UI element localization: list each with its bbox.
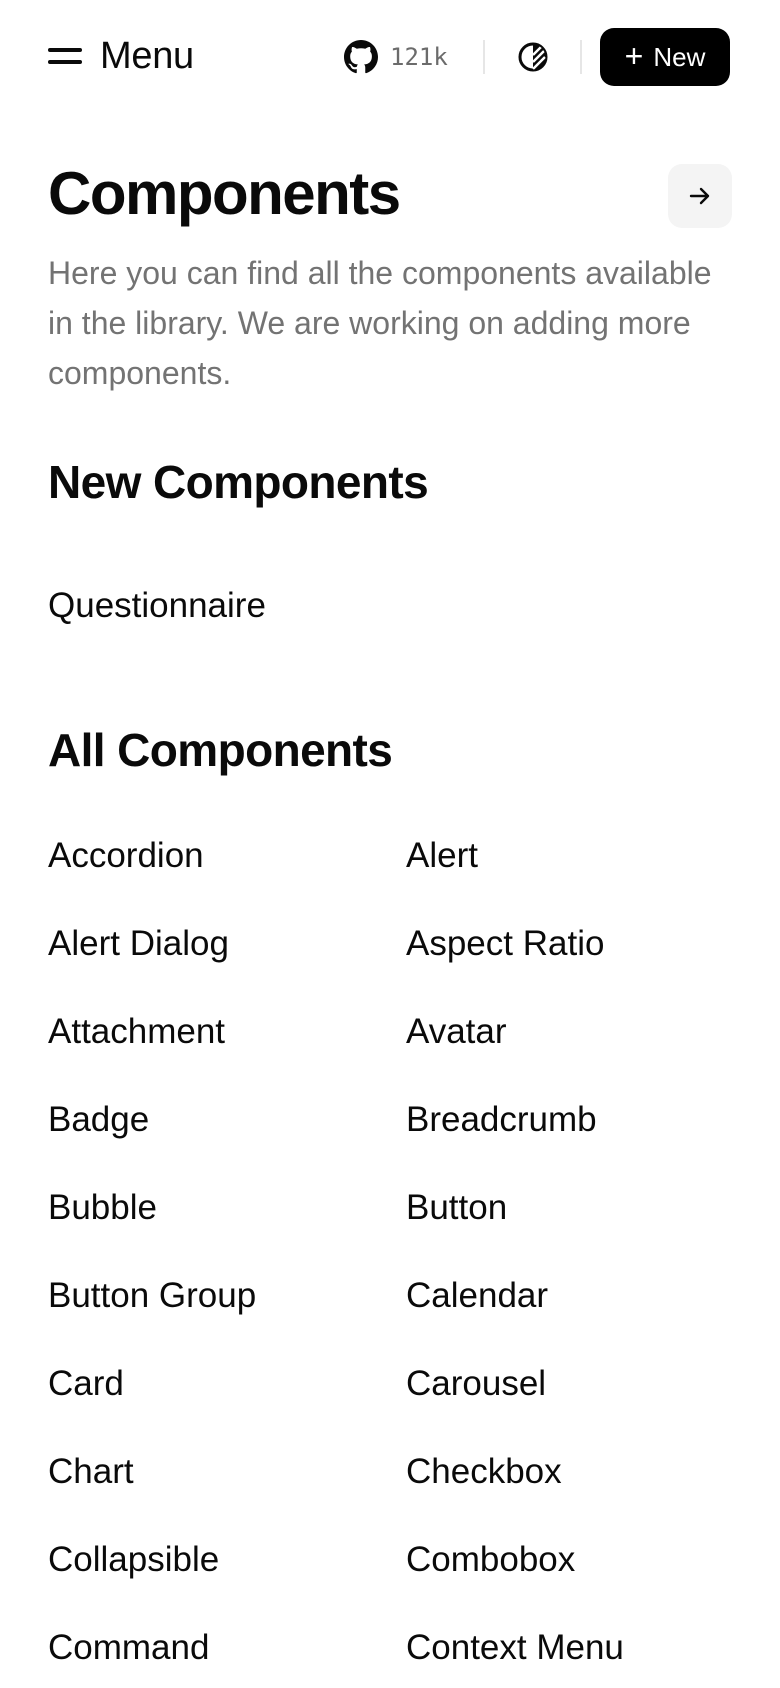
component-link-card[interactable]: Card [48, 1362, 124, 1406]
component-link-command[interactable]: Command [48, 1626, 209, 1670]
component-link-alert-dialog[interactable]: Alert Dialog [48, 922, 229, 966]
page-description: Here you can find all the components ava… [48, 255, 712, 391]
menu-label: Menu [100, 34, 194, 77]
component-link-button[interactable]: Button [406, 1186, 507, 1230]
component-link-carousel[interactable]: Carousel [406, 1362, 546, 1406]
page-title: Components [48, 160, 401, 227]
plus-icon: + [624, 37, 644, 74]
new-components-heading: New Components [48, 456, 429, 508]
component-link-collapsible[interactable]: Collapsible [48, 1538, 219, 1582]
component-link-accordion[interactable]: Accordion [48, 834, 204, 878]
next-page-button[interactable] [668, 164, 732, 228]
theme-toggle-button[interactable] [514, 38, 552, 76]
site-header: Menu 121k + New [0, 0, 780, 112]
all-components-heading: All Components [48, 724, 393, 776]
header-divider [483, 40, 485, 74]
component-link-bubble[interactable]: Bubble [48, 1186, 157, 1230]
component-link-avatar[interactable]: Avatar [406, 1010, 507, 1054]
component-link-checkbox[interactable]: Checkbox [406, 1450, 562, 1494]
component-link-context-menu[interactable]: Context Menu [406, 1626, 624, 1670]
component-link-questionnaire[interactable]: Questionnaire [48, 584, 266, 628]
component-link-alert[interactable]: Alert [406, 834, 478, 878]
component-link-aspect-ratio[interactable]: Aspect Ratio [406, 922, 604, 966]
theme-toggle-icon [518, 42, 548, 72]
header-divider [580, 40, 582, 74]
github-stars-count: 121k [390, 43, 448, 71]
component-link-breadcrumb[interactable]: Breadcrumb [406, 1098, 597, 1142]
component-link-badge[interactable]: Badge [48, 1098, 149, 1142]
component-link-attachment[interactable]: Attachment [48, 1010, 225, 1054]
arrow-right-icon [689, 187, 710, 205]
component-link-button-group[interactable]: Button Group [48, 1274, 256, 1318]
menu-button[interactable]: Menu [48, 34, 194, 78]
github-icon [344, 40, 378, 74]
github-link[interactable]: 121k [344, 38, 448, 76]
component-link-calendar[interactable]: Calendar [406, 1274, 548, 1318]
menu-icon [48, 45, 82, 67]
new-button-label: New [653, 41, 706, 72]
component-link-combobox[interactable]: Combobox [406, 1538, 575, 1582]
new-button[interactable]: + New [600, 28, 730, 86]
component-link-chart[interactable]: Chart [48, 1450, 134, 1494]
